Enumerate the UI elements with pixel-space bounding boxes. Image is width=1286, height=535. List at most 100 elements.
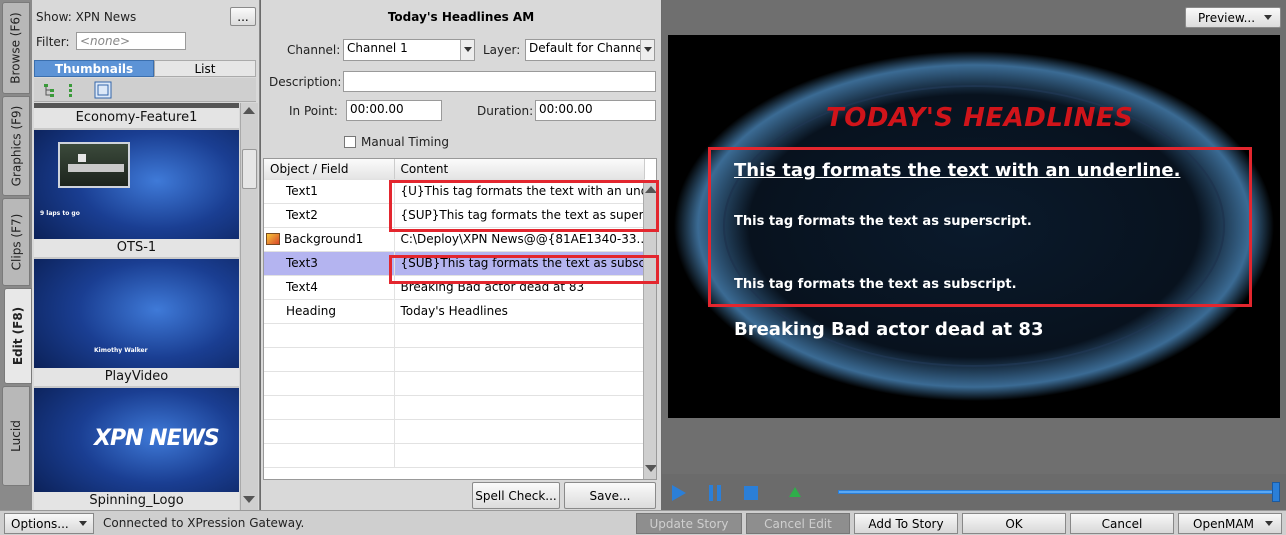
chevron-down-icon[interactable]: [460, 40, 474, 60]
tab-browse[interactable]: Browse (F6): [2, 2, 30, 94]
timeline-track[interactable]: [838, 490, 1275, 494]
tab-clips[interactable]: Clips (F7): [2, 198, 30, 286]
thumbnail-list: Economy-Feature1 9 laps to go OTS-1 Kimo…: [34, 103, 239, 510]
spell-check-button[interactable]: Spell Check...: [472, 482, 560, 509]
scroll-thumb[interactable]: [242, 149, 257, 189]
tab-thumbnails[interactable]: Thumbnails: [34, 60, 154, 77]
grid-field-label: Heading: [286, 304, 336, 318]
highlight-box-text3: [389, 255, 659, 284]
thumbnail-ots-1[interactable]: 9 laps to go OTS-1: [34, 130, 239, 257]
show-label: Show: XPN News: [36, 10, 137, 24]
save-button[interactable]: Save...: [564, 482, 656, 509]
image-icon: [266, 233, 280, 245]
cancel-button[interactable]: Cancel: [1070, 513, 1174, 534]
channel-label: Channel:: [287, 43, 341, 57]
grid-field-label: Text4: [286, 280, 318, 294]
manual-timing-checkbox[interactable]: [344, 136, 356, 148]
thumbnail-spinning-logo[interactable]: XPN NEWS Spinning_Logo: [34, 388, 239, 510]
channel-value: Channel 1: [347, 41, 408, 55]
grid-field-label: Text3: [286, 256, 318, 270]
chevron-down-icon: [1264, 15, 1272, 20]
preview-dropdown[interactable]: Preview...: [1185, 7, 1281, 28]
browser-scrollbar[interactable]: [240, 103, 258, 510]
openmam-dropdown[interactable]: OpenMAM: [1178, 513, 1282, 534]
stop-icon[interactable]: [742, 484, 760, 502]
column-header-content[interactable]: Content: [394, 159, 645, 180]
grid-content-cell[interactable]: Today's Headlines: [393, 299, 644, 324]
grid-field-cell[interactable]: Text1: [264, 179, 394, 204]
openmam-label: OpenMAM: [1193, 516, 1254, 531]
duration-input[interactable]: 00:00.00: [535, 100, 656, 121]
scroll-down-icon[interactable]: [645, 465, 656, 472]
chevron-down-icon[interactable]: [640, 40, 654, 60]
grid-field-cell[interactable]: Heading: [264, 299, 394, 324]
grid-field-cell[interactable]: Text2: [264, 203, 394, 228]
in-point-label: In Point:: [289, 104, 338, 118]
add-to-story-button[interactable]: Add To Story: [854, 513, 958, 534]
editor-panel: Today's Headlines AM Channel: Channel 1 …: [261, 0, 661, 510]
tab-list[interactable]: List: [154, 60, 256, 77]
options-label: Options...: [11, 516, 69, 531]
vertical-tab-bar: Browse (F6) Graphics (F9) Clips (F7) Edi…: [0, 0, 32, 510]
highlight-box-preview: [708, 147, 1252, 307]
transport-bar: [662, 474, 1286, 510]
play-icon[interactable]: [670, 484, 688, 502]
chevron-down-icon: [79, 521, 87, 526]
editor-title: Today's Headlines AM: [387, 10, 535, 24]
connection-status: Connected to XPression Gateway.: [103, 516, 305, 530]
cue-icon[interactable]: [788, 486, 802, 498]
timeline-handle[interactable]: [1272, 482, 1280, 502]
grid-field-cell[interactable]: Background1: [264, 227, 394, 252]
ok-button[interactable]: OK: [962, 513, 1066, 534]
cancel-edit-button[interactable]: Cancel Edit: [746, 513, 850, 534]
spinning-logo-text: XPN NEWS: [94, 426, 220, 451]
grid-field-label: Text2: [286, 208, 318, 222]
in-point-input[interactable]: 00:00.00: [346, 100, 442, 121]
update-story-button[interactable]: Update Story: [636, 513, 742, 534]
layer-value: Default for Channel: [529, 41, 647, 55]
status-bar: Options... Connected to XPression Gatewa…: [0, 510, 1286, 535]
tab-graphics[interactable]: Graphics (F9): [2, 96, 30, 196]
preview-screen: TODAY'S HEADLINES This tag formats the t…: [668, 35, 1280, 418]
thumbnail-label: Economy-Feature1: [34, 108, 239, 128]
frame-view-icon[interactable]: [94, 81, 112, 99]
grid-empty-row: [264, 395, 644, 420]
grid-view-icon[interactable]: [66, 82, 82, 98]
highlight-box-text1-text2: [389, 180, 659, 232]
grid-field-cell[interactable]: Text4: [264, 275, 394, 300]
manual-timing-label: Manual Timing: [361, 135, 449, 149]
thumbnail-label: OTS-1: [34, 239, 239, 257]
show-browse-button[interactable]: ...: [230, 7, 256, 26]
thumbnail-playvideo[interactable]: Kimothy Walker PlayVideo: [34, 259, 239, 386]
grid-empty-row: [264, 419, 644, 444]
tab-edit[interactable]: Edit (F8): [4, 288, 32, 384]
preview-label: Preview...: [1198, 10, 1256, 25]
preview-heading: TODAY'S HEADLINES: [826, 103, 1134, 133]
thumbnail-economy-feature1[interactable]: Economy-Feature1: [34, 103, 239, 128]
tree-view-icon[interactable]: [42, 82, 58, 98]
grid-empty-row: [264, 443, 644, 468]
ots-overlay-text: 9 laps to go: [40, 210, 80, 217]
channel-select[interactable]: Channel 1: [343, 39, 475, 61]
grid-field-label: Background1: [284, 232, 364, 246]
grid-field-cell[interactable]: Text3: [264, 251, 394, 276]
thumbnail-label: PlayVideo: [34, 368, 239, 386]
description-input[interactable]: [343, 71, 656, 92]
grid-field-label: Text1: [286, 184, 318, 198]
layer-label: Layer:: [483, 43, 521, 57]
scroll-up-icon[interactable]: [243, 107, 255, 114]
playvideo-overlay-text: Kimothy Walker: [94, 347, 148, 354]
column-header-field[interactable]: Object / Field: [264, 159, 395, 180]
filter-input[interactable]: <none>: [76, 32, 186, 50]
chevron-down-icon: [1265, 521, 1273, 526]
grid-empty-row: [264, 323, 644, 348]
grid-row[interactable]: Heading Today's Headlines: [264, 299, 644, 324]
preview-panel: Preview... TODAY'S HEADLINES This tag fo…: [662, 0, 1286, 510]
duration-label: Duration:: [477, 104, 534, 118]
pause-icon[interactable]: [706, 484, 724, 502]
layer-select[interactable]: Default for Channel: [525, 39, 655, 61]
scroll-down-icon[interactable]: [243, 496, 255, 503]
browser-panel: Show: XPN News ... Filter: <none> Thumbn…: [32, 0, 260, 510]
options-dropdown[interactable]: Options...: [4, 513, 94, 534]
tab-lucid[interactable]: Lucid: [2, 386, 30, 486]
